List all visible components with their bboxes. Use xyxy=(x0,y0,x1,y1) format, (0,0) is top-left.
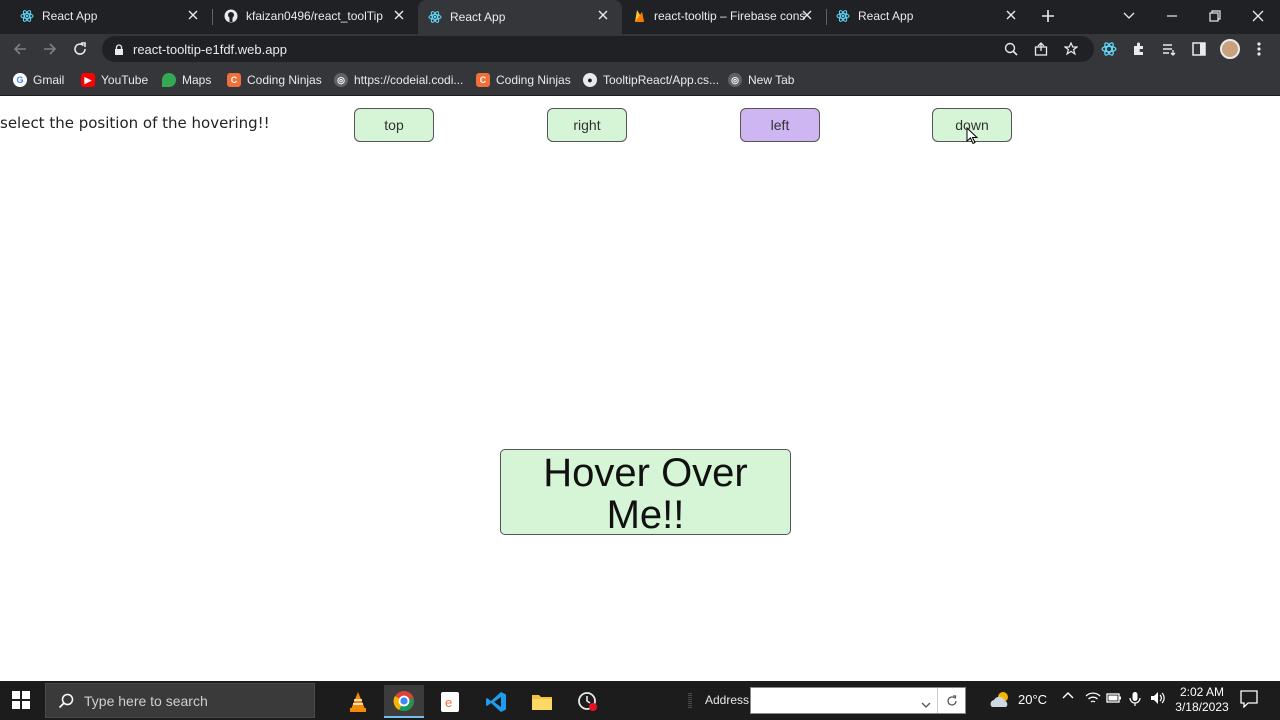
volume-icon[interactable] xyxy=(1150,691,1166,705)
vlc-icon[interactable] xyxy=(338,685,378,718)
tab-4[interactable]: react-tooltip – Firebase cons xyxy=(622,0,826,32)
chrome-taskbar-icon[interactable] xyxy=(384,685,424,718)
extensions-icon[interactable] xyxy=(1131,41,1147,57)
bookmark-coding-ninjas[interactable]: C Coding Ninjas xyxy=(227,71,322,89)
bookmark-maps[interactable]: Maps xyxy=(162,71,211,89)
system-clock[interactable]: 2:02 AM 3/18/2023 xyxy=(1172,685,1232,715)
tab-3[interactable]: React App xyxy=(418,0,622,34)
close-icon[interactable] xyxy=(800,8,814,22)
weather-temperature: 20°C xyxy=(1018,692,1048,707)
svg-text:e: e xyxy=(445,695,452,710)
position-left-button[interactable]: left xyxy=(740,108,820,142)
reload-icon[interactable] xyxy=(71,40,89,58)
tab-2[interactable]: kfaizan0496/react_toolTip xyxy=(212,0,418,32)
close-icon[interactable] xyxy=(596,8,610,22)
position-prompt: select the position of the hovering!! xyxy=(0,114,270,132)
tab-search-icon[interactable] xyxy=(1119,6,1139,26)
recording-app-icon[interactable] xyxy=(568,685,608,718)
back-icon[interactable] xyxy=(11,40,29,58)
bookmark-label: Coding Ninjas xyxy=(247,73,322,87)
close-window-icon[interactable] xyxy=(1248,6,1268,26)
react-devtools-icon[interactable] xyxy=(1101,41,1117,57)
github-icon: ● xyxy=(583,73,597,87)
bookmark-label: Gmail xyxy=(33,73,65,87)
clock-date: 3/18/2023 xyxy=(1175,700,1229,714)
bookmark-codeial[interactable]: ◎ https://codeial.codi... xyxy=(334,71,463,89)
mouse-cursor-icon xyxy=(966,126,979,150)
weather-icon[interactable] xyxy=(988,689,1014,711)
bookmark-label: New Tab xyxy=(748,73,795,87)
network-icon[interactable] xyxy=(1085,691,1101,705)
lock-icon xyxy=(114,43,124,61)
reading-list-icon[interactable] xyxy=(1161,41,1177,57)
close-icon[interactable] xyxy=(1004,8,1018,22)
bookmarks-bar: G Gmail ▶ YouTube Maps C Coding Ninjas ◎ htt… xyxy=(0,64,1280,96)
windows-start-icon[interactable] xyxy=(12,691,32,711)
minimize-icon[interactable] xyxy=(1162,6,1182,26)
share-icon[interactable] xyxy=(1034,42,1048,56)
bookmark-tooltip-react[interactable]: ● TooltipReact/App.cs... xyxy=(583,71,719,89)
toolbar-grip-icon xyxy=(688,693,692,714)
refresh-icon[interactable] xyxy=(937,688,965,713)
bookmark-new-tab[interactable]: ◎ New Tab xyxy=(728,71,794,89)
coding-ninjas-taskbar-icon[interactable]: e xyxy=(430,685,470,718)
position-right-button[interactable]: right xyxy=(547,108,627,142)
page-content: select the position of the hovering!! to… xyxy=(0,97,1280,681)
bookmark-label: Coding Ninjas xyxy=(496,73,571,87)
react-icon xyxy=(836,9,850,23)
zoom-icon[interactable] xyxy=(1004,42,1018,56)
taskbar-search-box[interactable]: Type here to search xyxy=(45,683,315,718)
react-icon xyxy=(20,9,34,23)
file-explorer-icon[interactable] xyxy=(522,685,562,718)
chevron-up-icon[interactable] xyxy=(1062,691,1074,699)
bookmark-label: https://codeial.codi... xyxy=(354,73,464,87)
bookmark-gmail[interactable]: G Gmail xyxy=(13,71,64,89)
vscode-icon[interactable] xyxy=(476,685,516,718)
side-panel-icon[interactable] xyxy=(1191,41,1207,57)
profile-avatar[interactable] xyxy=(1220,39,1240,59)
coding-ninjas-icon: C xyxy=(227,73,241,87)
maps-icon xyxy=(162,73,176,87)
bookmark-youtube[interactable]: ▶ YouTube xyxy=(81,71,148,89)
github-icon xyxy=(224,9,238,23)
chevron-down-icon[interactable] xyxy=(921,696,931,714)
youtube-icon: ▶ xyxy=(81,73,95,87)
bookmark-star-icon[interactable] xyxy=(1064,42,1078,56)
tab-5[interactable]: React App xyxy=(826,0,1030,32)
address-toolbar-label: Address xyxy=(705,693,750,707)
url-text: react-tooltip-e1fdf.web.app xyxy=(133,42,287,57)
windows-taskbar: Type here to search e Address 20°C 2:02 … xyxy=(0,681,1280,720)
menu-kebab-icon[interactable] xyxy=(1251,41,1267,57)
globe-icon: ◎ xyxy=(728,73,742,87)
microphone-icon[interactable] xyxy=(1129,691,1141,707)
bookmark-label: YouTube xyxy=(101,73,149,87)
search-icon xyxy=(58,693,74,709)
close-icon[interactable] xyxy=(186,8,200,22)
react-icon xyxy=(428,10,442,24)
bookmark-label: TooltipReact/App.cs... xyxy=(603,73,720,87)
address-toolbar-input[interactable] xyxy=(750,687,966,714)
forward-icon[interactable] xyxy=(41,40,59,58)
search-placeholder: Type here to search xyxy=(84,692,208,709)
close-icon[interactable] xyxy=(392,8,406,22)
browser-toolbar: react-tooltip-e1fdf.web.app xyxy=(0,34,1280,64)
address-bar[interactable]: react-tooltip-e1fdf.web.app xyxy=(102,36,1094,62)
tab-1[interactable]: React App xyxy=(0,0,212,32)
clock-time: 2:02 AM xyxy=(1179,685,1225,699)
battery-icon[interactable] xyxy=(1106,691,1122,705)
hover-target-box[interactable]: Hover Over Me!! xyxy=(500,449,791,535)
restore-icon[interactable] xyxy=(1205,6,1225,26)
tab-strip: React App kfaizan0496/react_toolTip Reac… xyxy=(0,0,1280,34)
new-tab-icon[interactable] xyxy=(1040,8,1056,24)
bookmark-coding-ninjas-2[interactable]: C Coding Ninjas xyxy=(476,71,571,89)
coding-ninjas-icon: C xyxy=(476,73,490,87)
google-icon: G xyxy=(13,73,27,87)
position-top-button[interactable]: top xyxy=(354,108,434,142)
firebase-icon xyxy=(632,9,646,23)
bookmark-label: Maps xyxy=(182,73,212,87)
notifications-icon[interactable] xyxy=(1240,690,1258,708)
globe-icon: ◎ xyxy=(334,73,348,87)
